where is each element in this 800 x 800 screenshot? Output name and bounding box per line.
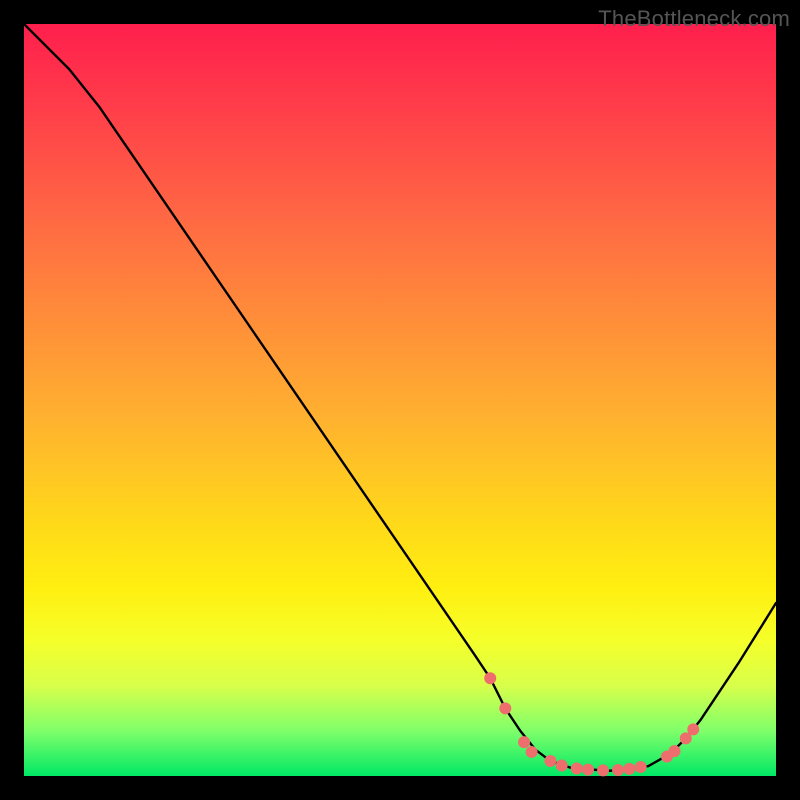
watermark-label: TheBottleneck.com (598, 6, 790, 32)
chart-overlay (24, 24, 776, 776)
chart-marker (499, 702, 511, 714)
chart-marker (484, 672, 496, 684)
chart-marker (687, 723, 699, 735)
chart-marker (556, 759, 568, 771)
chart-marker (526, 746, 538, 758)
chart-curve (24, 24, 776, 771)
chart-marker (668, 745, 680, 757)
chart-marker (544, 755, 556, 767)
chart-marker (571, 762, 583, 774)
chart-marker (597, 764, 609, 776)
chart-marker (623, 763, 635, 775)
chart-marker (518, 736, 530, 748)
chart-marker (612, 764, 624, 776)
chart-marker (582, 764, 594, 776)
chart-marker (635, 761, 647, 773)
